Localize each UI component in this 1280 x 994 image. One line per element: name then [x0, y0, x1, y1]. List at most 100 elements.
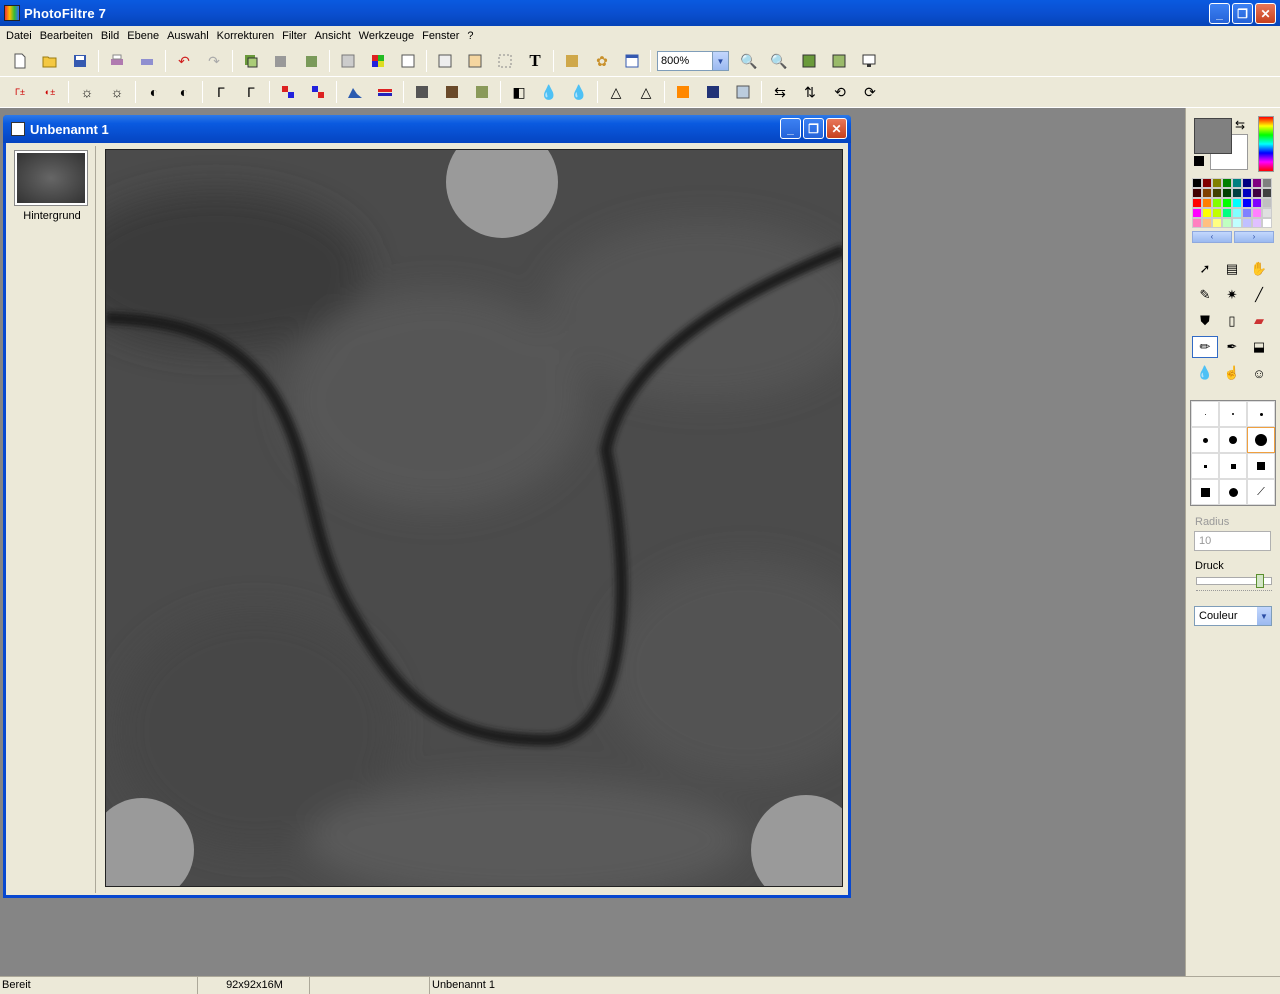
- brush-size-4[interactable]: [1191, 427, 1219, 453]
- brush-size-1[interactable]: [1191, 401, 1219, 427]
- mode-select[interactable]: Couleur ▼: [1194, 606, 1272, 626]
- magic-wand-tool-icon[interactable]: ✷: [1219, 284, 1245, 306]
- brush-size-6[interactable]: [1247, 427, 1275, 453]
- menu-werkzeuge[interactable]: Werkzeuge: [355, 30, 418, 42]
- brush-square-3[interactable]: [1247, 453, 1275, 479]
- palette-swatch[interactable]: [1252, 188, 1262, 198]
- grayscale-icon[interactable]: [410, 80, 434, 104]
- brightness-minus-icon[interactable]: ☼: [75, 80, 99, 104]
- stamp-tool-icon[interactable]: ⬓: [1246, 336, 1272, 358]
- menu-ansicht[interactable]: Ansicht: [311, 30, 355, 42]
- palette-swatch[interactable]: [1212, 218, 1222, 228]
- saturation-minus-icon[interactable]: [276, 80, 300, 104]
- sharpen-icon[interactable]: △: [604, 80, 628, 104]
- fade-icon[interactable]: [701, 80, 725, 104]
- palette-swatch[interactable]: [1212, 198, 1222, 208]
- image-size-icon[interactable]: [433, 49, 457, 73]
- smudge-tool-icon[interactable]: ☝: [1219, 362, 1245, 384]
- brush-tool-icon[interactable]: ✏: [1192, 336, 1218, 358]
- palette-swatch[interactable]: [1202, 198, 1212, 208]
- duplicate-image-icon[interactable]: [239, 49, 263, 73]
- brush-custom-square[interactable]: [1191, 479, 1219, 505]
- chevron-down-icon[interactable]: ▼: [1257, 607, 1271, 625]
- histogram-icon[interactable]: [343, 80, 367, 104]
- color-palette-icon[interactable]: [366, 49, 390, 73]
- menu-filter[interactable]: Filter: [278, 30, 310, 42]
- brightness-plus-icon[interactable]: ☼: [105, 80, 129, 104]
- palette-swatch[interactable]: [1242, 208, 1252, 218]
- sepia-icon[interactable]: [440, 80, 464, 104]
- open-folder-icon[interactable]: [38, 49, 62, 73]
- sharpen-more-icon[interactable]: △: [634, 80, 658, 104]
- scan-icon[interactable]: [135, 49, 159, 73]
- palette-swatch[interactable]: [1212, 188, 1222, 198]
- automate-icon[interactable]: [396, 49, 420, 73]
- auto-levels-icon[interactable]: Γ±: [8, 80, 32, 104]
- radius-input[interactable]: 10: [1194, 531, 1271, 551]
- palette-swatch[interactable]: [1222, 198, 1232, 208]
- palette-swatch[interactable]: [1262, 188, 1272, 198]
- menu-fenster[interactable]: Fenster: [418, 30, 463, 42]
- pressure-slider-knob[interactable]: [1256, 574, 1264, 588]
- blur-tool-icon[interactable]: 💧: [1192, 362, 1218, 384]
- palette-swatch[interactable]: [1232, 188, 1242, 198]
- palette-prev-icon[interactable]: ‹: [1192, 231, 1232, 243]
- eyedropper-tool-icon[interactable]: ✎: [1192, 284, 1218, 306]
- foreground-color[interactable]: [1194, 118, 1232, 154]
- eraser-tool-icon[interactable]: ▰: [1246, 310, 1272, 332]
- contrast-minus-icon[interactable]: ◐: [142, 80, 166, 104]
- rotate-left-icon[interactable]: ⟲: [828, 80, 852, 104]
- plugin-icon[interactable]: ✿: [590, 49, 614, 73]
- fill-tool-icon[interactable]: ⛊: [1192, 310, 1218, 332]
- palette-swatch[interactable]: [1252, 178, 1262, 188]
- menu-korrekturen[interactable]: Korrekturen: [213, 30, 278, 42]
- paste-new-icon[interactable]: [299, 49, 323, 73]
- doc-minimize-button[interactable]: _: [780, 118, 801, 139]
- transparency-icon[interactable]: [336, 49, 360, 73]
- doc-close-button[interactable]: ✕: [826, 118, 847, 139]
- layer-manager-icon[interactable]: [560, 49, 584, 73]
- pointer-tool-icon[interactable]: ➚: [1192, 258, 1218, 280]
- palette-swatch[interactable]: [1252, 208, 1262, 218]
- palette-swatch[interactable]: [1202, 218, 1212, 228]
- palette-swatch[interactable]: [1202, 208, 1212, 218]
- gamma-plus-icon[interactable]: Γ: [239, 80, 263, 104]
- maximize-button[interactable]: ❐: [1232, 3, 1253, 24]
- brush-square-2[interactable]: [1219, 453, 1247, 479]
- undo-icon[interactable]: ↶: [172, 49, 196, 73]
- color-palette[interactable]: [1192, 178, 1274, 228]
- app-icon[interactable]: [4, 5, 20, 21]
- brush-custom-line[interactable]: ⟋: [1247, 479, 1275, 505]
- menu-auswahl[interactable]: Auswahl: [163, 30, 213, 42]
- gradient-icon[interactable]: [671, 80, 695, 104]
- palette-swatch[interactable]: [1262, 198, 1272, 208]
- brush-size-2[interactable]: [1219, 401, 1247, 427]
- palette-swatch[interactable]: [1242, 178, 1252, 188]
- palette-swatch[interactable]: [1222, 208, 1232, 218]
- brush-size-5[interactable]: [1219, 427, 1247, 453]
- palette-swatch[interactable]: [1262, 178, 1272, 188]
- palette-swatch[interactable]: [1252, 198, 1262, 208]
- brush-square-1[interactable]: [1191, 453, 1219, 479]
- gamma-minus-icon[interactable]: Γ: [209, 80, 233, 104]
- palette-swatch[interactable]: [1232, 198, 1242, 208]
- zoom-in-icon[interactable]: 🔍: [737, 49, 761, 73]
- palette-swatch[interactable]: [1242, 198, 1252, 208]
- menu-datei[interactable]: Datei: [2, 30, 36, 42]
- rotate-right-icon[interactable]: ⟳: [858, 80, 882, 104]
- palette-swatch[interactable]: [1222, 188, 1232, 198]
- spray-tool-icon[interactable]: ▯: [1219, 310, 1245, 332]
- emboss-icon[interactable]: [470, 80, 494, 104]
- auto-contrast-icon[interactable]: ◐±: [38, 80, 62, 104]
- selection-tool-icon[interactable]: ▤: [1219, 258, 1245, 280]
- blur-icon[interactable]: ◧: [507, 80, 531, 104]
- close-button[interactable]: ✕: [1255, 3, 1276, 24]
- palette-swatch[interactable]: [1232, 178, 1242, 188]
- palette-swatch[interactable]: [1252, 218, 1262, 228]
- palette-swatch[interactable]: [1242, 188, 1252, 198]
- palette-swatch[interactable]: [1242, 218, 1252, 228]
- line-tool-icon[interactable]: ╱: [1246, 284, 1272, 306]
- frame-icon[interactable]: [731, 80, 755, 104]
- crop-selection-icon[interactable]: [493, 49, 517, 73]
- menu-help[interactable]: ?: [463, 30, 477, 42]
